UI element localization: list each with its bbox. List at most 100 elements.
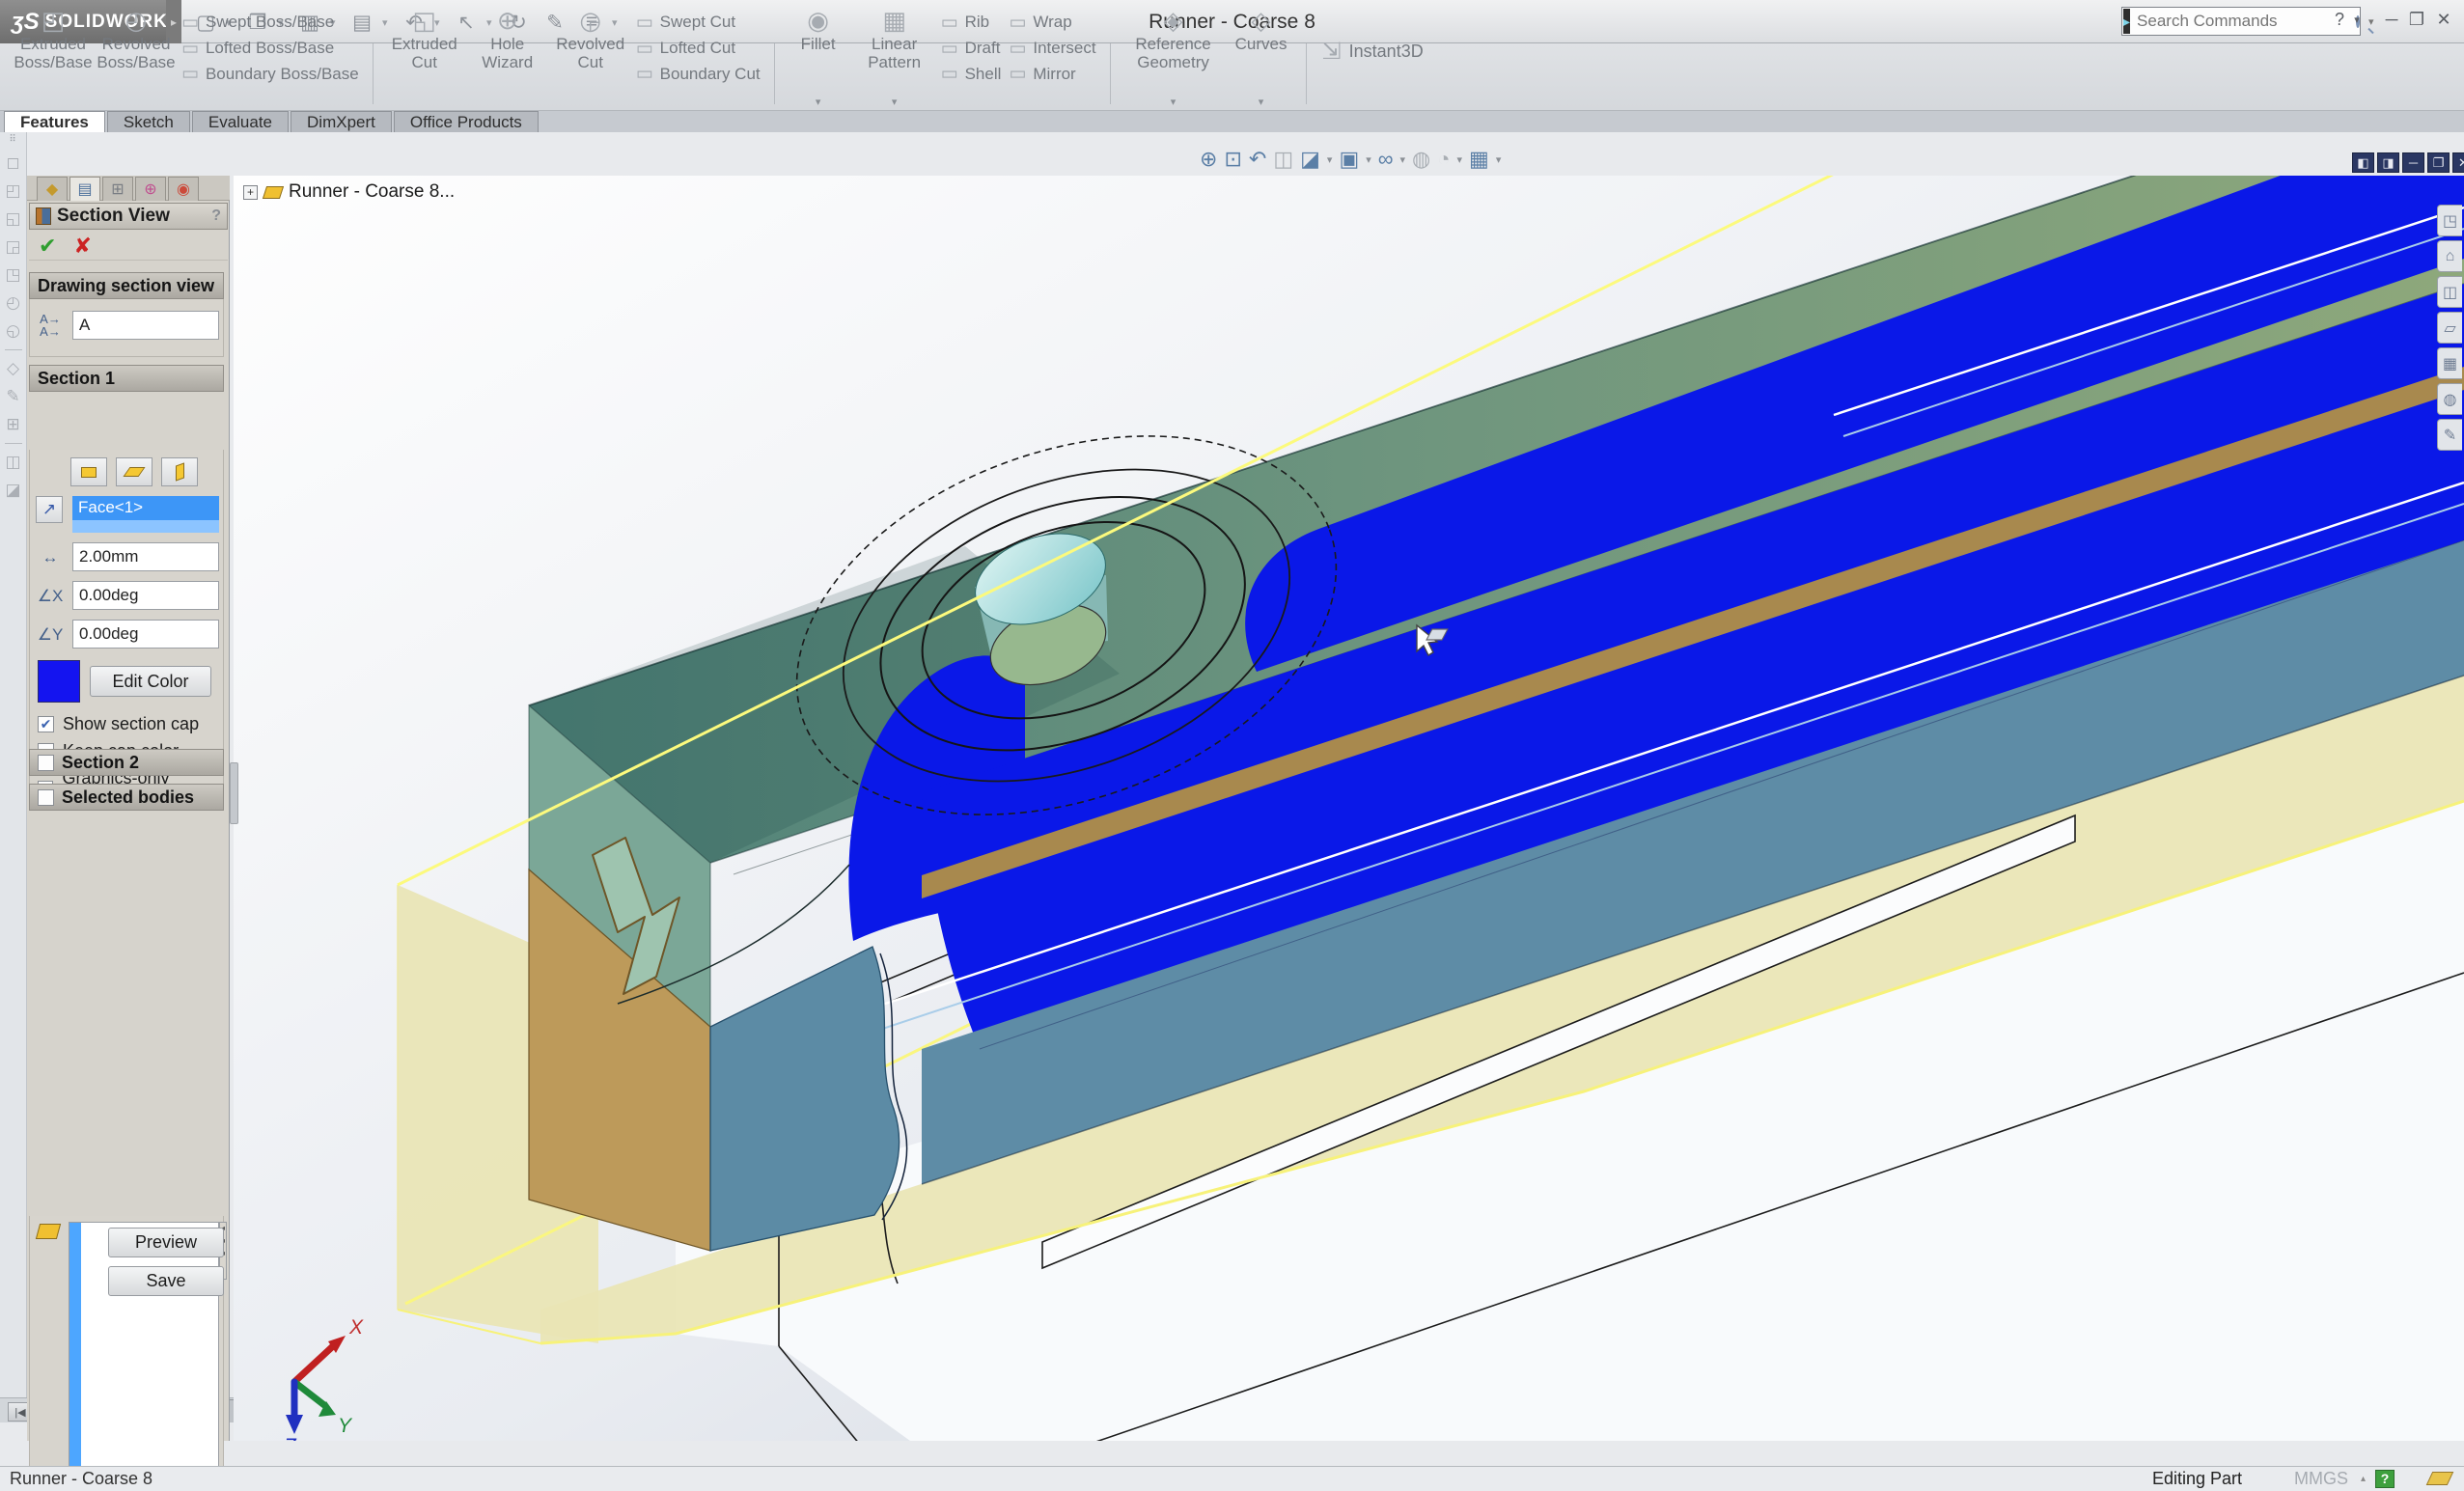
boundary-cut-button[interactable]: ▭ Boundary Cut (636, 61, 761, 87)
revolved-boss-button[interactable]: ◴ Revolved Boss/Base (95, 4, 178, 98)
chevron-down-icon[interactable]: ▾ (1456, 153, 1462, 166)
revolved-cut-button[interactable]: ◶ Revolved Cut (549, 4, 632, 98)
property-manager-tab[interactable]: ▤ (69, 177, 100, 201)
help-icon[interactable]: ? (211, 207, 221, 225)
show-section-cap-row[interactable]: ✔ Show section cap (38, 714, 199, 734)
sketch-icon[interactable]: ◇ (7, 359, 19, 378)
chevron-down-icon[interactable]: ▾ (1496, 153, 1502, 166)
draft-button[interactable]: ▭ Draft (941, 36, 1002, 62)
zoom-area-icon[interactable]: ⊡ (1224, 147, 1241, 172)
intersect-button[interactable]: ▭ Intersect (1009, 36, 1095, 62)
edit-color-button[interactable]: Edit Color (90, 666, 211, 697)
section-color-swatch[interactable] (38, 660, 80, 703)
doc-minimize-button[interactable]: ─ (2402, 152, 2424, 173)
tab-sketch[interactable]: Sketch (106, 111, 190, 132)
chevron-down-icon[interactable]: ▾ (816, 96, 821, 108)
display-manager-tab[interactable]: ◉ (168, 177, 199, 201)
status-units[interactable]: MMGS (2294, 1469, 2348, 1489)
view-back-icon[interactable]: ◱ (5, 209, 20, 229)
cancel-button[interactable]: ✘ (73, 234, 91, 259)
chevron-down-icon[interactable]: ▾ (1327, 153, 1333, 166)
chevron-down-icon[interactable]: ▾ (892, 96, 898, 108)
ok-button[interactable]: ✔ (39, 234, 56, 259)
drawing-section-view-header[interactable]: Drawing section view (29, 272, 224, 299)
section-letter-input[interactable] (72, 311, 219, 340)
pane-right-icon[interactable]: ◨ (2377, 152, 2399, 173)
configuration-manager-tab[interactable]: ⊞ (102, 177, 133, 201)
reference-geometry-button[interactable]: ◈ Reference Geometry ▾ (1121, 4, 1227, 108)
extruded-boss-button[interactable]: ◰ Extruded Boss/Base (12, 4, 95, 98)
tag-icon[interactable] (2425, 1472, 2454, 1485)
boundary-boss-button[interactable]: ▭ Boundary Boss/Base (181, 61, 359, 87)
resources-icon[interactable]: ◳ (2437, 205, 2462, 236)
swept-boss-button[interactable]: ▭ Swept Boss/Base (181, 10, 359, 36)
shell-button[interactable]: ▭ Shell (941, 61, 1002, 87)
restore-button[interactable]: ❐ (2406, 10, 2427, 30)
y-rotation-input[interactable] (72, 620, 219, 649)
section-reference-field[interactable]: Face<1> (72, 496, 219, 520)
feature-tree-root[interactable]: Runner - Coarse 8... (289, 181, 455, 203)
shadow-icon[interactable]: ◍ (1412, 147, 1430, 172)
copy-icon[interactable]: ◫ (5, 453, 20, 472)
doc-restore-button[interactable]: ❐ (2427, 152, 2450, 173)
toolbar-grip-icon[interactable]: ⠿ (9, 134, 16, 145)
chevron-down-icon[interactable]: ▴ (2361, 1474, 2366, 1484)
curves-button[interactable]: ◇ Curves ▾ (1227, 4, 1296, 108)
view-right-icon[interactable]: ◳ (5, 265, 20, 285)
extruded-cut-button[interactable]: ◱ Extruded Cut (383, 4, 466, 98)
custom-properties-icon[interactable]: ✎ (2437, 419, 2462, 451)
display-style-icon[interactable]: ∞ (1378, 147, 1394, 172)
right-plane-button[interactable] (161, 457, 198, 486)
close-button[interactable]: ✕ (2433, 10, 2454, 30)
tab-office-products[interactable]: Office Products (393, 111, 539, 132)
previous-view-icon[interactable]: ↶ (1249, 147, 1266, 172)
reference-select-button[interactable]: ↗ (36, 496, 63, 523)
appearances-icon[interactable]: ◍ (2437, 383, 2462, 415)
rib-button[interactable]: ▭ Rib (941, 10, 1002, 36)
view-left-icon[interactable]: ◲ (5, 237, 20, 257)
linear-pattern-button[interactable]: ▦ Linear Pattern ▾ (852, 4, 937, 108)
fillet-button[interactable]: ◉ Fillet ▾ (785, 4, 852, 108)
selected-bodies-checkbox[interactable] (38, 788, 54, 806)
chevron-down-icon[interactable]: ▾ (1399, 153, 1405, 166)
home-icon[interactable]: ⌂ (2437, 240, 2462, 272)
front-plane-button[interactable] (70, 457, 107, 486)
tree-expand-icon[interactable]: + (243, 184, 258, 200)
section-reference-field-extension[interactable] (72, 520, 219, 533)
status-help-icon[interactable]: ? (2375, 1470, 2395, 1488)
bodies-list-box[interactable] (69, 1222, 219, 1491)
view-iso-icon[interactable]: ◵ (6, 321, 20, 341)
hole-wizard-button[interactable]: ⊕ Hole Wizard (466, 4, 549, 98)
panel-splitter-handle[interactable] (230, 762, 238, 824)
tab-evaluate[interactable]: Evaluate (191, 111, 290, 132)
section-view-icon[interactable]: ◫ (1273, 147, 1293, 172)
doc-close-button[interactable]: ✕ (2452, 152, 2464, 173)
tab-features[interactable]: Features (4, 111, 105, 132)
move-icon[interactable]: ⊞ (6, 415, 19, 434)
chevron-down-icon[interactable]: ▾ (2346, 14, 2367, 26)
checkbox-checked[interactable]: ✔ (38, 716, 54, 732)
view-top-icon[interactable]: ◴ (6, 293, 20, 313)
chevron-down-icon[interactable]: ▾ (1171, 96, 1177, 108)
file-explorer-icon[interactable]: ▱ (2437, 312, 2462, 344)
mirror-button[interactable]: ▭ Mirror (1009, 61, 1095, 87)
swept-cut-button[interactable]: ▭ Swept Cut (636, 10, 761, 36)
model-viewport[interactable]: X Y Z (234, 176, 2464, 1441)
offset-distance-input[interactable] (72, 542, 219, 571)
minimize-button[interactable]: ─ (2381, 10, 2402, 30)
lofted-boss-button[interactable]: ▭ Lofted Boss/Base (181, 36, 359, 62)
view-orientation-icon[interactable]: ▣ (1339, 147, 1359, 172)
section1-header[interactable]: Section 1 (29, 365, 224, 392)
wrap-button[interactable]: ▭ Wrap (1009, 10, 1095, 36)
feature-manager-tab[interactable]: ◆ (37, 177, 68, 201)
section2-checkbox[interactable] (38, 754, 54, 771)
view-front-icon[interactable]: ◰ (5, 181, 20, 201)
paste-icon[interactable]: ◪ (5, 481, 20, 500)
section-tool-icon[interactable]: ◪ (1300, 147, 1320, 172)
dimxpert-manager-tab[interactable]: ⊕ (135, 177, 166, 201)
view-palette-icon[interactable]: ▦ (2437, 347, 2462, 379)
view-icon[interactable]: ◻ (6, 153, 19, 173)
design-library-icon[interactable]: ◫ (2437, 276, 2462, 308)
instant3d-button[interactable]: ⇲ Instant3D (1316, 4, 1429, 98)
zoom-fit-icon[interactable]: ⊕ (1200, 147, 1217, 172)
